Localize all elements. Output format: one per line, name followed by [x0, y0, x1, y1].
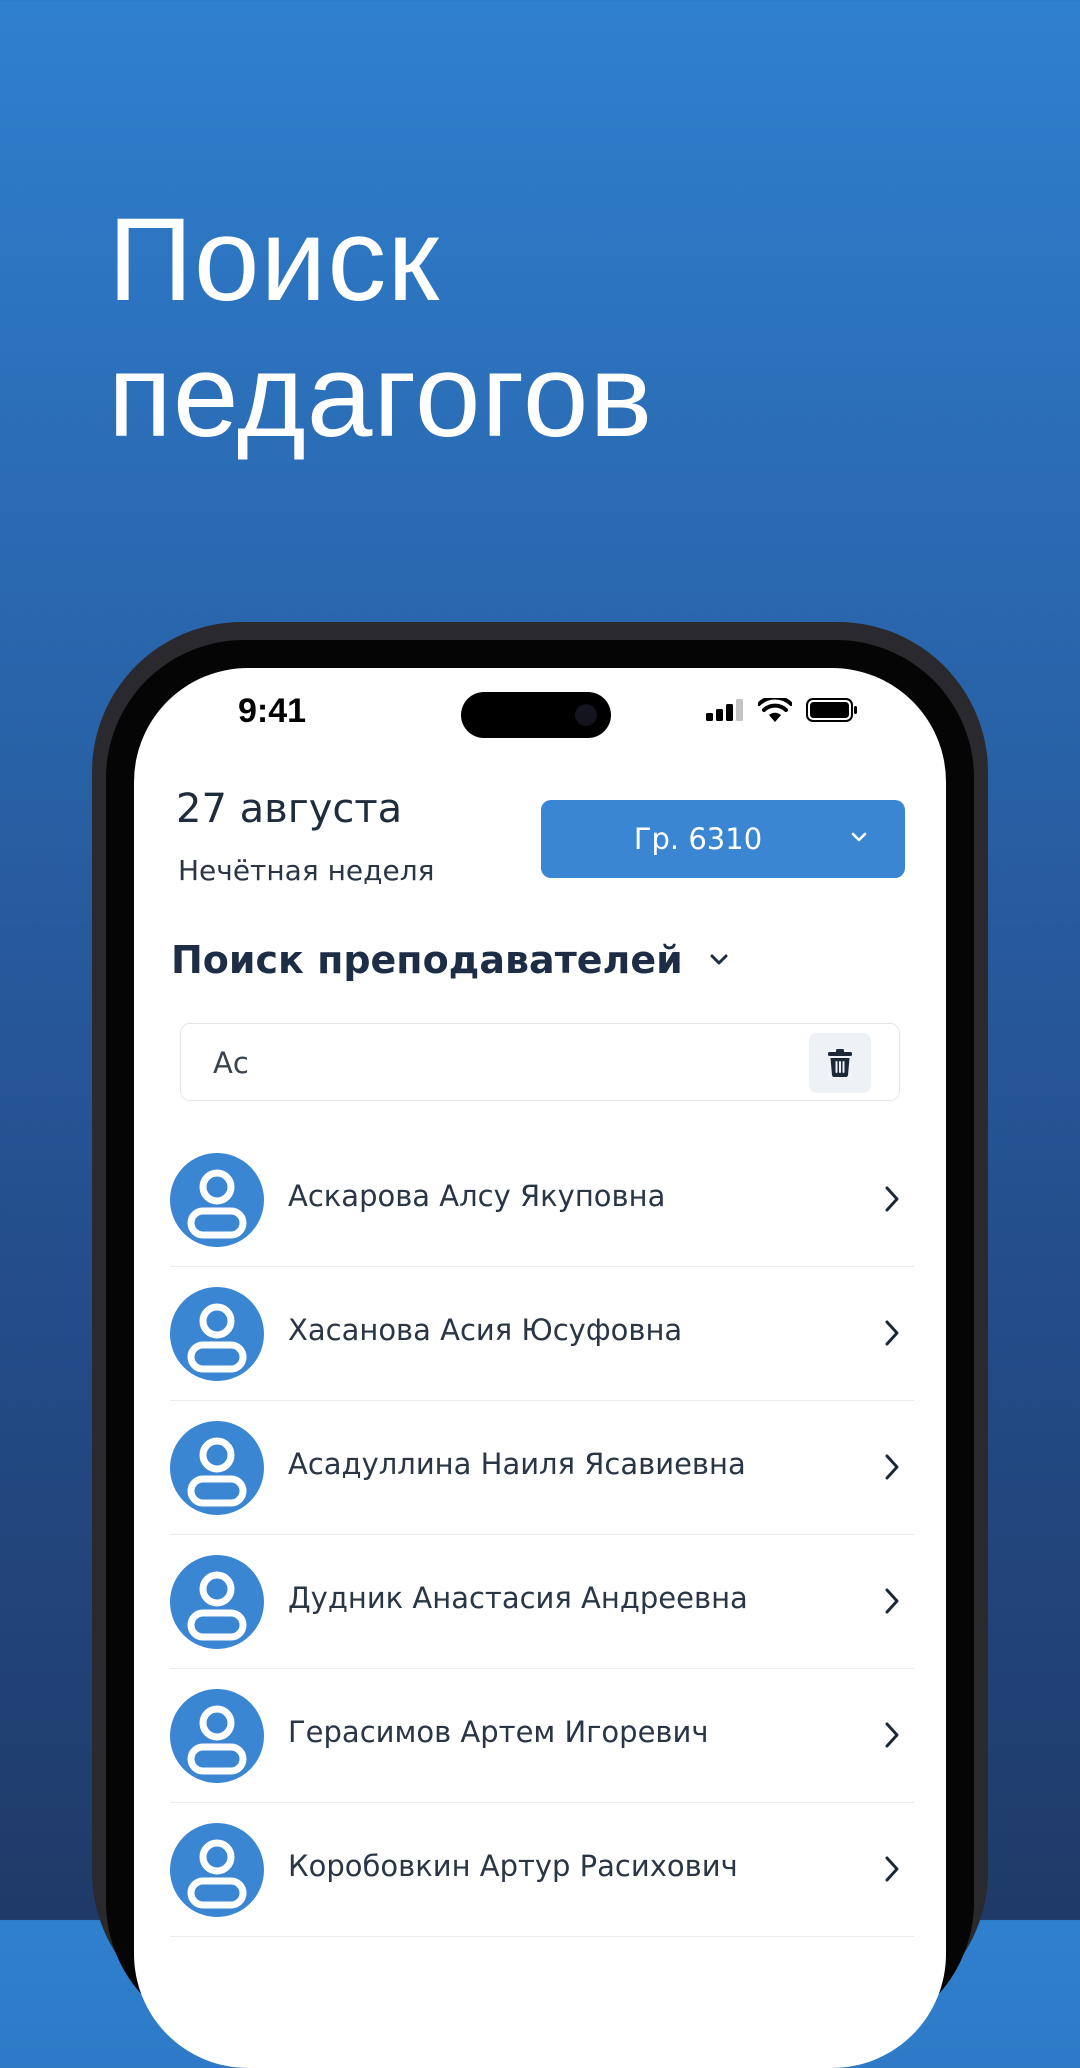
teacher-name: Дудник Анастасия Андреевна: [288, 1581, 748, 1615]
teacher-search-section-toggle[interactable]: Поиск преподавателей: [171, 938, 729, 982]
dynamic-island: [461, 692, 611, 738]
status-icons: [706, 698, 858, 722]
chevron-right-icon: [885, 1856, 899, 1882]
trash-icon: [828, 1049, 852, 1077]
week-parity: Нечётная неделя: [178, 854, 435, 887]
signal-icon: [706, 699, 743, 721]
group-select-button[interactable]: Гр. 6310: [541, 800, 905, 878]
teacher-name: Асадуллина Наиля Ясавиевна: [288, 1447, 746, 1481]
chevron-right-icon: [885, 1454, 899, 1480]
section-title: Поиск преподавателей: [171, 938, 683, 982]
chevron-right-icon: [885, 1320, 899, 1346]
teacher-list-item[interactable]: Герасимов Артем Игоревич: [170, 1669, 914, 1803]
chevron-right-icon: [885, 1588, 899, 1614]
teacher-list-item[interactable]: Коробовкин Артур Расихович: [170, 1803, 914, 1937]
chevron-right-icon: [885, 1186, 899, 1212]
avatar-icon: [170, 1555, 264, 1649]
teacher-name: Герасимов Артем Игоревич: [288, 1715, 709, 1749]
teacher-list-item[interactable]: Асадуллина Наиля Ясавиевна: [170, 1401, 914, 1535]
group-select-label: Гр. 6310: [633, 822, 763, 856]
avatar-icon: [170, 1287, 264, 1381]
avatar-icon: [170, 1421, 264, 1515]
status-time: 9:41: [238, 692, 307, 730]
teacher-list: Аскарова Алсу Якуповна Хасанова Асия Юсу…: [170, 1133, 914, 1937]
teacher-name: Аскарова Алсу Якуповна: [288, 1179, 666, 1213]
avatar-icon: [170, 1823, 264, 1917]
avatar-icon: [170, 1689, 264, 1783]
clear-search-button[interactable]: [809, 1033, 871, 1093]
teacher-list-item[interactable]: Хасанова Асия Юсуфовна: [170, 1267, 914, 1401]
teacher-list-item[interactable]: Аскарова Алсу Якуповна: [170, 1133, 914, 1267]
avatar-icon: [170, 1153, 264, 1247]
chevron-down-icon: [710, 954, 728, 965]
promo-title-line-1: Поиск: [108, 194, 440, 326]
battery-icon: [806, 698, 857, 722]
search-input-value: Ас: [213, 1046, 249, 1080]
teacher-search-input[interactable]: Ас: [180, 1023, 900, 1101]
promo-title-line-2: педагогов: [108, 330, 654, 462]
teacher-name: Коробовкин Артур Расихович: [288, 1849, 738, 1883]
promo-title: Поиск педагогов: [108, 192, 653, 464]
camera-icon: [575, 704, 597, 726]
teacher-list-item[interactable]: Дудник Анастасия Андреевна: [170, 1535, 914, 1669]
teacher-name: Хасанова Асия Юсуфовна: [288, 1313, 683, 1347]
current-date: 27 августа: [176, 786, 403, 832]
phone-screen: 9:41 27 августа Нечётная неделя Гр. 6310: [134, 668, 946, 2068]
chevron-right-icon: [885, 1722, 899, 1748]
wifi-icon: [758, 698, 792, 722]
chevron-down-icon: [851, 832, 867, 842]
